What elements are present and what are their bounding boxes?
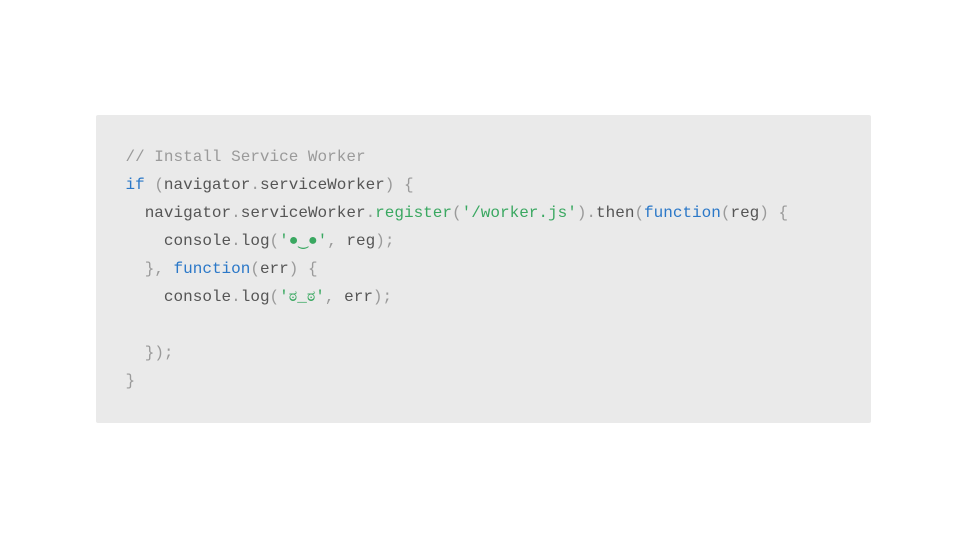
code-line-2: if (navigator.serviceWorker) { <box>126 176 414 194</box>
code-line-1: // Install Service Worker <box>126 148 366 166</box>
string-worker-path: '/worker.js' <box>462 204 577 222</box>
identifier-navigator: navigator <box>145 204 231 222</box>
identifier-serviceworker: serviceWorker <box>241 204 366 222</box>
keyword-function: function <box>644 204 721 222</box>
code-line-6: console.log('ಠ_ಠ', err); <box>126 288 393 306</box>
code-line-8: }); <box>126 344 174 362</box>
method-log: log <box>241 288 270 306</box>
comment: // Install Service Worker <box>126 148 366 166</box>
identifier-serviceworker: serviceWorker <box>260 176 385 194</box>
param-err: err <box>260 260 289 278</box>
code-block: // Install Service Worker if (navigator.… <box>96 115 871 423</box>
code-line-9: } <box>126 372 136 390</box>
identifier-console: console <box>164 288 231 306</box>
string-happy-face: '●‿●' <box>279 232 327 250</box>
code-line-3: navigator.serviceWorker.register('/worke… <box>126 204 789 222</box>
keyword-function: function <box>174 260 251 278</box>
identifier-reg: reg <box>346 232 375 250</box>
identifier-console: console <box>164 232 231 250</box>
identifier-err: err <box>344 288 373 306</box>
method-register: register <box>375 204 452 222</box>
method-then: then <box>596 204 634 222</box>
method-log: log <box>241 232 270 250</box>
code-line-5: }, function(err) { <box>126 260 318 278</box>
param-reg: reg <box>730 204 759 222</box>
keyword-if: if <box>126 176 145 194</box>
string-sad-face: 'ಠ_ಠ' <box>279 288 325 306</box>
code-line-4: console.log('●‿●', reg); <box>126 232 395 250</box>
identifier-navigator: navigator <box>164 176 250 194</box>
